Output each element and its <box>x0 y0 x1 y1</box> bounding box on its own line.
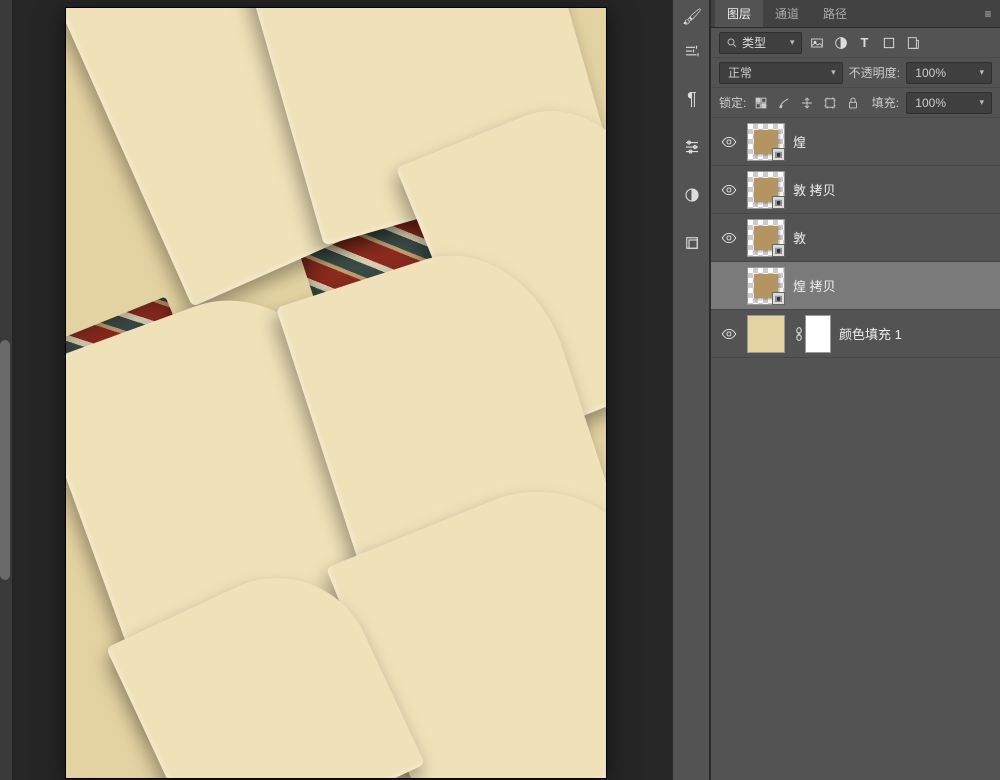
chevron-down-icon: ▾ <box>949 67 987 78</box>
layer-name-label[interactable]: 颜色填充 1 <box>839 324 902 343</box>
fill-label: 填充: <box>872 94 899 111</box>
canvas-scrollbar[interactable] <box>0 0 12 780</box>
canvas-workspace[interactable] <box>0 0 672 780</box>
adjustments-panel-icon[interactable] <box>673 34 711 68</box>
panel-menu-icon[interactable]: ≡ <box>976 0 1000 27</box>
layer-row[interactable]: ▣ 敦 拷贝 <box>711 166 1000 214</box>
filter-adjust-icon[interactable] <box>832 34 850 52</box>
filter-smart-icon[interactable] <box>904 34 922 52</box>
layer-thumbnail[interactable] <box>747 315 785 353</box>
smart-object-badge-icon: ▣ <box>772 244 785 257</box>
filter-shape-icon[interactable] <box>880 34 898 52</box>
layer-name-label[interactable]: 敦 <box>793 228 806 247</box>
collapsed-panels-toolbar: 🖌 ¶ <box>672 0 710 780</box>
lock-artboard-icon[interactable] <box>822 95 838 111</box>
layer-name-label[interactable]: 煌 <box>793 132 806 151</box>
blend-opacity-row: 正常 ▾ 不透明度: 100% ▾ <box>711 58 1000 88</box>
layer-row[interactable]: ▣煌 <box>711 118 1000 166</box>
opacity-label: 不透明度: <box>849 64 900 81</box>
layer-mask-thumbnail[interactable] <box>805 315 831 353</box>
layer-mask-link-icon[interactable] <box>793 327 805 341</box>
smart-object-badge-icon: ▣ <box>772 148 785 161</box>
layer-thumbnail[interactable]: ▣ <box>747 267 785 305</box>
artboard <box>66 8 606 778</box>
blend-mode-select[interactable]: 正常 ▾ <box>719 62 843 84</box>
layer-thumbnail[interactable]: ▣ <box>747 171 785 209</box>
layer-row[interactable]: ▣ 煌 拷贝 <box>711 262 1000 310</box>
tab-channels[interactable]: 通道 <box>763 0 811 27</box>
chevron-down-icon: ▾ <box>790 37 795 48</box>
layer-filter-input[interactable] <box>742 36 786 50</box>
layer-name-label[interactable]: 煌 拷贝 <box>793 276 836 295</box>
lock-row: 锁定: 填充: 100% ▾ <box>711 88 1000 118</box>
lock-label: 锁定: <box>719 94 746 111</box>
fill-input[interactable]: 100% ▾ <box>906 92 992 114</box>
tab-paths[interactable]: 路径 <box>811 0 859 27</box>
lock-position-icon[interactable] <box>799 95 815 111</box>
smart-object-badge-icon: ▣ <box>772 292 785 305</box>
layer-row[interactable]: ▣敦 <box>711 214 1000 262</box>
opacity-input[interactable]: 100% ▾ <box>906 62 992 84</box>
smart-object-badge-icon: ▣ <box>772 196 785 209</box>
layer-filter-kind[interactable]: ▾ <box>719 32 802 54</box>
opacity-value: 100% <box>911 66 949 80</box>
contrast-panel-icon[interactable] <box>673 178 711 212</box>
layer-visibility-toggle[interactable] <box>715 230 743 246</box>
layers-panel: 图层 通道 路径 ≡ ▾ T 正常 ▾ 不透明度: 100% ▾ 锁定: <box>710 0 1000 780</box>
brush-panel-icon[interactable]: 🖌 <box>673 0 711 34</box>
tab-layers[interactable]: 图层 <box>715 0 763 27</box>
chevron-down-icon: ▾ <box>949 97 987 108</box>
layers-list: ▣煌▣敦 拷贝▣敦▣煌 拷贝颜色填充 1 <box>711 118 1000 780</box>
chevron-down-icon: ▾ <box>831 67 836 78</box>
properties-panel-icon[interactable] <box>673 130 711 164</box>
scrollbar-thumb[interactable] <box>0 340 10 580</box>
lock-brush-icon[interactable] <box>776 95 792 111</box>
layer-visibility-toggle[interactable] <box>715 182 743 198</box>
lock-pixels-icon[interactable] <box>753 95 769 111</box>
layer-visibility-toggle[interactable] <box>715 134 743 150</box>
paragraph-panel-icon[interactable]: ¶ <box>673 82 711 116</box>
blend-mode-value: 正常 <box>728 64 752 81</box>
panel-tabs: 图层 通道 路径 ≡ <box>711 0 1000 28</box>
layer-visibility-toggle[interactable] <box>715 326 743 342</box>
lock-all-icon[interactable] <box>845 95 861 111</box>
fill-value: 100% <box>911 96 949 110</box>
layer-name-label[interactable]: 敦 拷贝 <box>793 180 836 199</box>
filter-type-icon[interactable]: T <box>856 34 874 52</box>
layer-thumbnail[interactable]: ▣ <box>747 219 785 257</box>
layer-row[interactable]: 颜色填充 1 <box>711 310 1000 358</box>
layer-filter-row: ▾ T <box>711 28 1000 58</box>
filter-pixel-icon[interactable] <box>808 34 826 52</box>
layer-thumbnail[interactable]: ▣ <box>747 123 785 161</box>
libraries-panel-icon[interactable] <box>673 226 711 260</box>
